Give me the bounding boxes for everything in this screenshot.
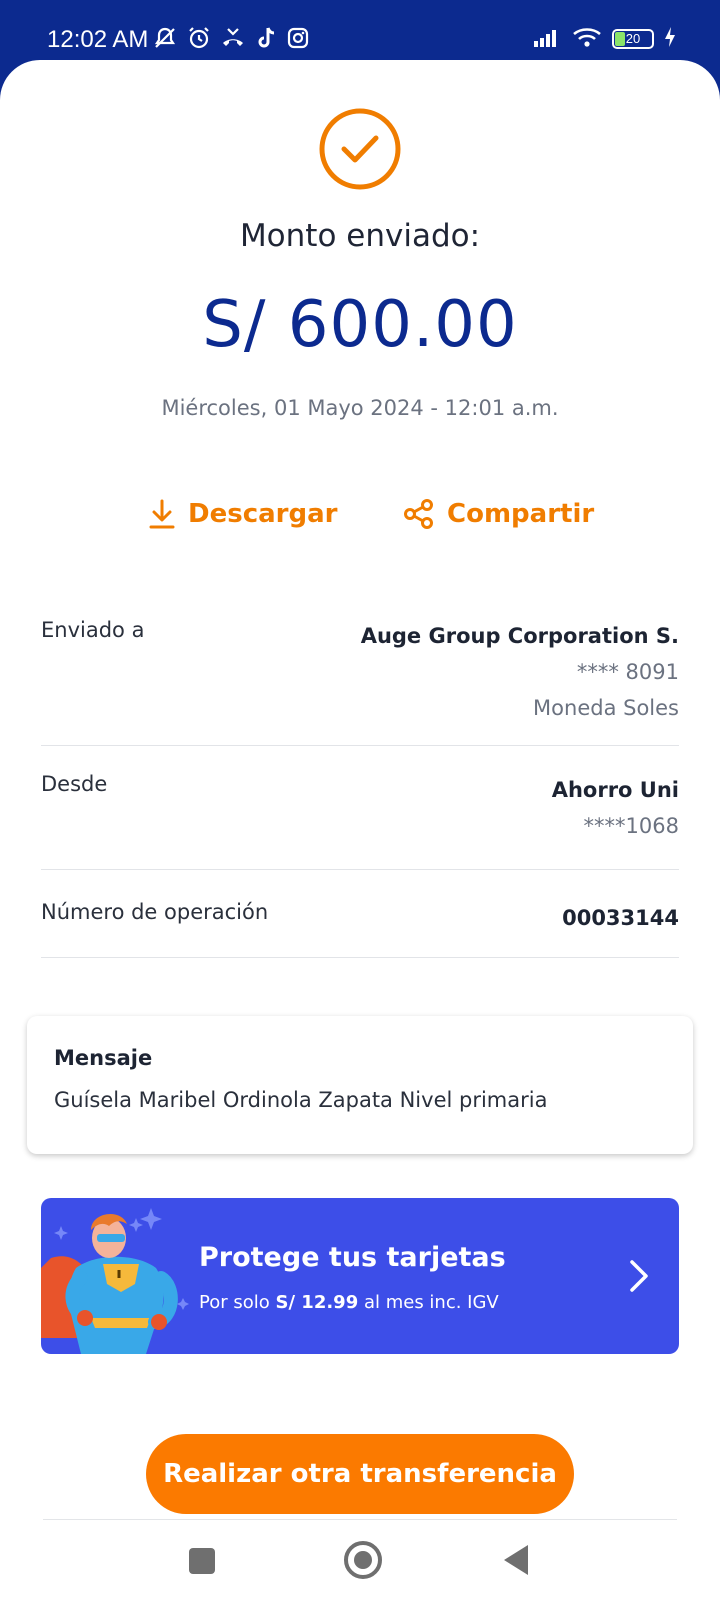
- alarm-icon: [186, 25, 212, 55]
- amount-sent: S/ 600.00: [202, 288, 518, 362]
- missed-call-icon: [220, 25, 246, 55]
- promo-subtitle: Por solo S/ 12.99 al mes inc. IGV: [199, 1292, 499, 1313]
- recipient-currency: Moneda Soles: [533, 696, 679, 720]
- notification-icons: [152, 25, 310, 55]
- promo-sub-suffix: al mes inc. IGV: [358, 1292, 499, 1313]
- message-card: Mensaje Guísela Maribel Ordinola Zapata …: [27, 1016, 693, 1154]
- from-label: Desde: [41, 772, 108, 796]
- operation-label: Número de operación: [41, 900, 269, 924]
- system-icons: 20: [532, 26, 676, 52]
- new-transfer-button[interactable]: Realizar otra transferencia: [146, 1434, 574, 1514]
- receipt-sheet: Monto enviado: S/ 600.00 Miércoles, 01 M…: [0, 60, 720, 1600]
- charging-icon: [664, 26, 676, 52]
- success-check-icon: [319, 108, 401, 190]
- recipient-name: Auge Group Corporation S.: [360, 624, 679, 648]
- mute-icon: [152, 25, 178, 55]
- message-text: Guísela Maribel Ordinola Zapata Nivel pr…: [54, 1088, 548, 1112]
- detail-row-operation: Número de operación 00033144: [41, 870, 679, 958]
- wifi-icon: [572, 26, 602, 52]
- system-navigation-bar: [0, 1520, 720, 1600]
- share-button[interactable]: Compartir: [403, 498, 594, 530]
- transaction-date: Miércoles, 01 Mayo 2024 - 12:01 a.m.: [161, 396, 559, 420]
- detail-row-sent-to: Enviado a Auge Group Corporation S. ****…: [41, 608, 679, 746]
- home-icon[interactable]: [344, 1541, 382, 1579]
- status-time: 12:02 AM: [47, 26, 149, 53]
- download-icon: [149, 499, 175, 529]
- instagram-icon: [286, 26, 310, 54]
- receipt-actions: Descargar Compartir: [0, 498, 720, 538]
- sent-to-label: Enviado a: [41, 618, 145, 642]
- source-account-name: Ahorro Uni: [551, 778, 679, 802]
- download-button[interactable]: Descargar: [148, 498, 337, 530]
- promo-title: Protege tus tarjetas: [199, 1242, 506, 1273]
- battery-icon: 20: [612, 29, 654, 49]
- back-icon[interactable]: [504, 1545, 528, 1575]
- download-label: Descargar: [188, 499, 338, 529]
- card-protection-banner[interactable]: Protege tus tarjetas Por solo S/ 12.99 a…: [41, 1198, 679, 1354]
- signal-icon: [532, 27, 562, 51]
- share-label: Compartir: [447, 499, 595, 529]
- share-icon: [404, 499, 433, 529]
- operation-number: 00033144: [562, 906, 679, 930]
- message-title: Mensaje: [54, 1046, 153, 1070]
- page-title: Monto enviado:: [239, 218, 481, 254]
- promo-price: S/ 12.99: [275, 1292, 359, 1313]
- promo-sub-prefix: Por solo: [199, 1292, 276, 1313]
- recipient-account: **** 8091: [576, 660, 679, 684]
- superhero-illustration: [41, 1208, 189, 1354]
- chevron-right-icon: [630, 1260, 648, 1292]
- source-account-number: ****1068: [583, 814, 679, 838]
- tiktok-icon: [254, 25, 278, 55]
- detail-row-from: Desde Ahorro Uni ****1068: [41, 746, 679, 870]
- recent-apps-icon[interactable]: [189, 1548, 215, 1574]
